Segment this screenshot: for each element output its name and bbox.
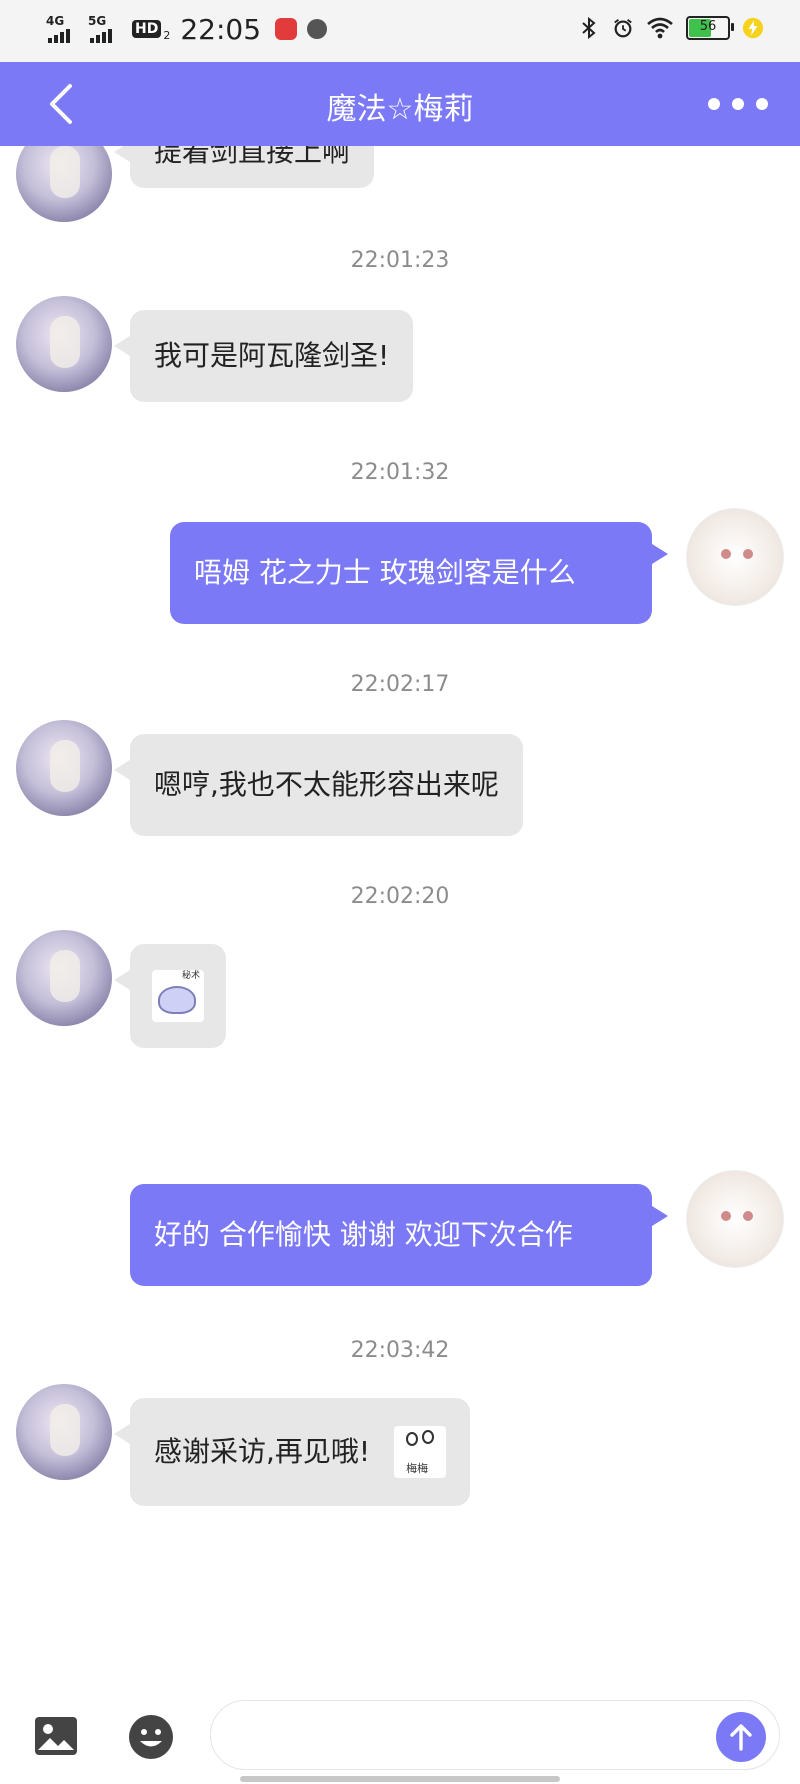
message-text: 提着剑直接上啊 bbox=[154, 146, 351, 168]
message-bubble-incoming[interactable]: 秘术 bbox=[114, 944, 226, 1048]
alarm-icon bbox=[614, 19, 632, 38]
message-bubble-incoming[interactable]: 我可是阿瓦隆剑圣! bbox=[113, 310, 414, 402]
chat-title: 魔法☆梅莉 bbox=[326, 92, 474, 127]
contact-avatar[interactable] bbox=[16, 296, 112, 392]
message-timestamp: 22:03:42 bbox=[350, 1338, 450, 1363]
sticker-image[interactable]: 梅梅 bbox=[394, 1426, 447, 1478]
message-timestamp: 22:02:17 bbox=[350, 672, 450, 697]
message-text: 唔姆 花之力士 玫瑰剑客是什么 bbox=[194, 556, 576, 589]
sticker-image[interactable]: 秘术 bbox=[152, 970, 204, 1022]
message-text: 我可是阿瓦隆剑圣! bbox=[154, 339, 390, 372]
bluetooth-icon bbox=[582, 16, 596, 40]
app-notification-icon bbox=[275, 18, 298, 40]
signal-5g-icon: 5G bbox=[88, 12, 122, 46]
contact-avatar[interactable] bbox=[16, 146, 112, 222]
hd-badge: HD bbox=[132, 20, 162, 38]
battery-level: 56 bbox=[699, 19, 717, 34]
input-bar bbox=[0, 1686, 800, 1784]
message-timestamp: 22:02:20 bbox=[350, 884, 450, 909]
more-icon[interactable] bbox=[708, 92, 768, 116]
message-bubble-incoming[interactable]: 感谢采访,再见哦! 梅梅 bbox=[113, 1398, 471, 1506]
emoji-icon[interactable] bbox=[128, 1714, 174, 1760]
status-time: 22:05 bbox=[180, 12, 262, 46]
contact-avatar[interactable] bbox=[16, 930, 112, 1026]
message-text: 嗯哼,我也不太能形容出来呢 bbox=[154, 768, 499, 801]
wifi-icon bbox=[647, 17, 673, 39]
message-text: 感谢采访,再见哦! bbox=[154, 1435, 371, 1468]
hd-sub-label: 2 bbox=[163, 28, 171, 42]
home-indicator[interactable] bbox=[240, 1776, 560, 1782]
network-label: 4G bbox=[46, 14, 65, 28]
message-text: 好的 合作愉快 谢谢 欢迎下次合作 bbox=[154, 1218, 573, 1251]
user-avatar[interactable] bbox=[686, 508, 784, 606]
battery-icon: 56 bbox=[686, 16, 734, 40]
network-label: 5G bbox=[88, 14, 107, 28]
message-bubble-outgoing[interactable]: 好的 合作愉快 谢谢 欢迎下次合作 bbox=[130, 1184, 668, 1286]
send-button[interactable] bbox=[716, 1712, 766, 1762]
message-bubble-incoming[interactable]: 嗯哼,我也不太能形容出来呢 bbox=[114, 734, 523, 836]
message-bubble-outgoing[interactable]: 唔姆 花之力士 玫瑰剑客是什么 bbox=[170, 522, 668, 624]
contact-avatar[interactable] bbox=[16, 720, 112, 816]
message-list[interactable]: 提着剑直接上啊 22:01:23 我可是阿瓦隆剑圣! 22:01:32 唔姆 花… bbox=[0, 146, 800, 1686]
user-avatar[interactable] bbox=[686, 1170, 784, 1268]
image-icon[interactable] bbox=[34, 1716, 78, 1756]
message-timestamp: 22:01:32 bbox=[350, 460, 450, 485]
message-timestamp: 22:01:23 bbox=[350, 248, 450, 273]
signal-4g-icon: 4G bbox=[46, 12, 80, 46]
send-icon bbox=[730, 1724, 752, 1751]
charging-icon bbox=[742, 17, 764, 39]
message-bubble-incoming[interactable]: 提着剑直接上啊 bbox=[113, 146, 375, 188]
message-input[interactable] bbox=[210, 1700, 780, 1770]
app-notification-icon-2 bbox=[307, 19, 328, 39]
status-bar: 4G 5G HD 2 22:05 56 bbox=[0, 0, 800, 62]
chat-header: 魔法☆梅莉 bbox=[0, 62, 800, 146]
contact-avatar[interactable] bbox=[16, 1384, 112, 1480]
